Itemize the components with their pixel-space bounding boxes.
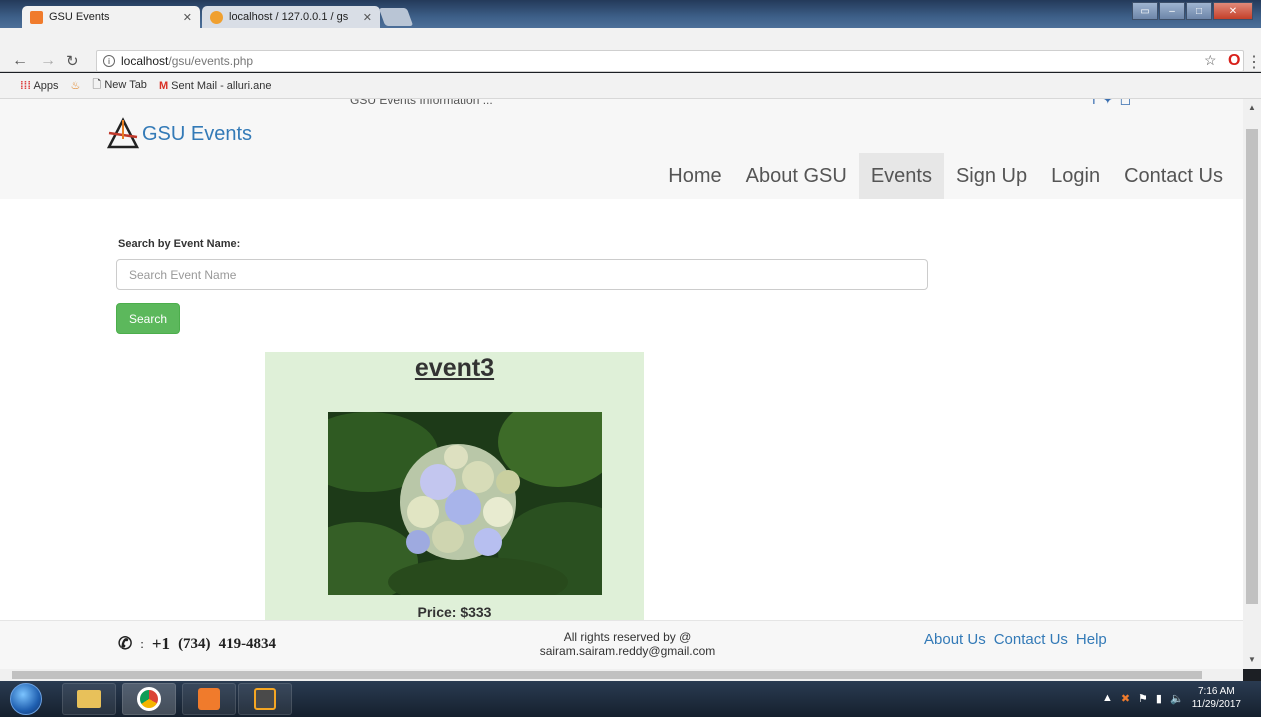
close-tab-icon[interactable]: ✕ xyxy=(363,11,372,24)
browser-toolbar: ← → ↻ i localhost/gsu/events.php ☆ O ⋮ xyxy=(0,28,1261,72)
page-viewport: GSU Events Information ... f✦◻ GSU Event… xyxy=(0,99,1243,669)
menu-login[interactable]: Login xyxy=(1039,153,1112,199)
main-menu: Home About GSU Events Sign Up Login Cont… xyxy=(656,153,1235,199)
tab-phpmyadmin[interactable]: localhost / 127.0.0.1 / gs ✕ xyxy=(202,6,380,28)
horizontal-scroll-thumb[interactable] xyxy=(12,671,1202,679)
menu-sign-up[interactable]: Sign Up xyxy=(944,153,1039,199)
event-price: Price: $333 xyxy=(417,604,492,620)
footer-links: About Us Contact Us Help xyxy=(924,631,1107,648)
minimize-icon[interactable]: ‒ xyxy=(1159,2,1185,20)
event-card: event3 Price: $333 xyxy=(265,352,644,652)
brand-name: GSU Events xyxy=(142,122,253,145)
bookmarks-bar: ⁞⁞⁞ Apps ♨ 🗋 New Tab M Sent Mail - allur… xyxy=(0,73,1261,99)
clock-date: 11/29/2017 xyxy=(1191,699,1241,710)
file-explorer-icon[interactable] xyxy=(62,683,116,715)
phpmyadmin-favicon-icon xyxy=(210,10,223,24)
social-icons: f✦◻ xyxy=(1092,99,1137,108)
browser-tab-strip: GSU Events ✕ localhost / 127.0.0.1 / gs … xyxy=(0,0,1261,28)
rights-email: sairam.sairam.reddy@gmail.com xyxy=(539,644,716,658)
page-icon: 🗋 xyxy=(92,79,102,91)
sublime-text-icon[interactable] xyxy=(238,683,292,715)
phone-number: 419-4834 xyxy=(218,635,277,652)
taskbar-clock[interactable]: 7:16 AM 11/29/2017 xyxy=(1192,685,1241,711)
tray-app-icon[interactable]: ✖ xyxy=(1121,692,1130,705)
tray-expand-icon[interactable]: ▲ xyxy=(1102,692,1113,704)
close-tab-icon[interactable]: ✕ xyxy=(183,11,192,24)
site-footer: ✆ : +1 (734) 419-4834 All rights reserve… xyxy=(0,620,1243,669)
phone-area: (734) xyxy=(178,635,211,652)
xampp-favicon-icon xyxy=(30,10,43,24)
scroll-down-icon[interactable]: ▼ xyxy=(1248,655,1256,664)
windows-taskbar: ▲ ✖ ⚑ ▮ 🔈 7:16 AM 11/29/2017 xyxy=(0,681,1261,717)
gsu-logo-icon xyxy=(106,117,140,149)
scroll-up-icon[interactable]: ▲ xyxy=(1248,103,1256,112)
tab-title: localhost / 127.0.0.1 / gs xyxy=(229,11,349,23)
instagram-icon[interactable]: ◻ xyxy=(1120,99,1138,107)
footer-help[interactable]: Help xyxy=(1076,631,1107,648)
footer-phone: ✆ : +1 (734) 419-4834 xyxy=(118,634,276,654)
battery-icon[interactable]: ▮ xyxy=(1156,692,1162,705)
bookmark-new-tab[interactable]: 🗋 New Tab xyxy=(92,76,147,95)
phone-icon: ✆ xyxy=(118,634,133,653)
apps-grid-icon: ⁞⁞⁞ xyxy=(20,79,31,92)
forward-arrow-icon[interactable]: → xyxy=(40,52,56,70)
rights-line-1: All rights reserved by @ xyxy=(563,630,692,644)
facebook-icon[interactable]: f xyxy=(1092,99,1102,107)
gmail-icon: M xyxy=(158,79,169,92)
vertical-scroll-thumb[interactable] xyxy=(1246,129,1258,604)
event-photo xyxy=(328,412,602,595)
search-button[interactable]: Search xyxy=(116,303,180,334)
info-icon: i xyxy=(103,55,115,67)
chrome-icon[interactable] xyxy=(122,683,176,715)
twitter-icon[interactable]: ✦ xyxy=(1102,99,1120,107)
new-tab-button[interactable] xyxy=(378,8,414,26)
event-title[interactable]: event3 xyxy=(265,354,644,383)
search-label: Search by Event Name: xyxy=(118,238,241,250)
hydrangea-flower-image xyxy=(328,412,602,595)
menu-dots-icon[interactable]: ⋮ xyxy=(1246,52,1261,72)
header-clipped-text: GSU Events Information ... xyxy=(350,99,493,107)
bookmark-star-icon[interactable]: ☆ xyxy=(1204,52,1217,69)
menu-contact-us[interactable]: Contact Us xyxy=(1112,153,1235,199)
menu-about-gsu[interactable]: About GSU xyxy=(734,153,859,199)
menu-home[interactable]: Home xyxy=(656,153,733,199)
action-center-flag-icon[interactable]: ⚑ xyxy=(1138,692,1148,705)
footer-about-us[interactable]: About Us xyxy=(924,631,986,648)
restore-icon[interactable]: ▭ xyxy=(1132,2,1158,20)
footer-rights: All rights reserved by @ sairam.sairam.r… xyxy=(520,630,735,658)
tab-gsu-events[interactable]: GSU Events ✕ xyxy=(22,6,200,28)
maximize-icon[interactable]: □ xyxy=(1186,2,1212,20)
address-bar[interactable]: i localhost/gsu/events.php xyxy=(96,50,1244,72)
system-tray: ▲ ✖ ⚑ ▮ 🔈 7:16 AM 11/29/2017 xyxy=(1102,685,1241,711)
search-input[interactable] xyxy=(116,259,928,290)
window-close-icon[interactable]: ✕ xyxy=(1213,2,1253,20)
back-arrow-icon[interactable]: ← xyxy=(12,52,28,70)
footer-contact-us[interactable]: Contact Us xyxy=(994,631,1068,648)
bookmark-apps[interactable]: ⁞⁞⁞ Apps xyxy=(20,80,59,92)
url-path: /gsu/events.php xyxy=(168,54,254,68)
window-controls: ▭ ‒ □ ✕ xyxy=(1132,2,1253,20)
site-header: GSU Events Information ... f✦◻ GSU Event… xyxy=(0,99,1243,199)
tab-title: GSU Events xyxy=(49,11,110,23)
opera-icon[interactable]: O xyxy=(1228,52,1240,70)
phone-code: +1 xyxy=(151,634,171,653)
menu-events[interactable]: Events xyxy=(858,153,944,199)
clock-time: 7:16 AM xyxy=(1197,686,1235,697)
java-icon[interactable]: ♨ xyxy=(71,79,81,92)
phone-colon: : xyxy=(140,636,144,651)
reload-icon[interactable]: ↻ xyxy=(66,52,79,70)
volume-icon[interactable]: 🔈 xyxy=(1170,692,1184,705)
windows-start-icon[interactable] xyxy=(10,683,42,715)
vertical-scrollbar[interactable]: ▲ ▼ xyxy=(1243,99,1261,669)
site-brand[interactable]: GSU Events xyxy=(106,117,252,151)
bookmark-sent-mail[interactable]: M Sent Mail - alluri.ane xyxy=(159,80,272,92)
xampp-icon[interactable] xyxy=(182,683,236,715)
url-host: localhost xyxy=(121,54,169,68)
horizontal-scrollbar[interactable] xyxy=(0,669,1243,681)
